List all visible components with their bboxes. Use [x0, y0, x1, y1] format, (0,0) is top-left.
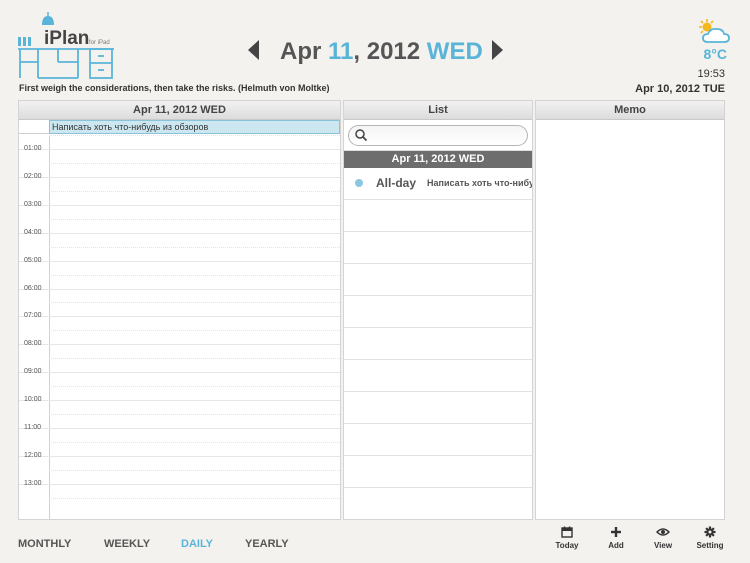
hour-label: 04:00: [24, 228, 42, 236]
hour-line: [19, 204, 340, 206]
hour-label: 05:00: [24, 256, 42, 264]
hour-label: 06:00: [24, 284, 42, 292]
allday-event[interactable]: Написать хоть что-нибудь из обзоров: [49, 120, 340, 134]
add-button-label: Add: [608, 541, 624, 550]
half-hour-line: [49, 386, 340, 388]
app-subtitle: for iPad: [89, 40, 110, 46]
list-item-empty[interactable]: [344, 328, 532, 360]
plus-icon: [611, 527, 621, 537]
event-dot-icon: [355, 179, 363, 187]
list-panel-title: List: [344, 101, 532, 120]
today-button-label: Today: [555, 541, 579, 550]
half-hour-line: [49, 246, 340, 248]
quote-text: First weigh the considerations, then tak…: [19, 83, 330, 93]
setting-button[interactable]: Setting: [690, 526, 730, 550]
half-hour-line: [49, 274, 340, 276]
hour-label: 01:00: [24, 145, 42, 152]
hour-line: [19, 149, 340, 150]
tab-weekly[interactable]: WEEKLY: [104, 538, 150, 550]
list-item-empty[interactable]: [344, 296, 532, 328]
hour-line: [19, 372, 340, 374]
title-day: 11: [328, 38, 354, 65]
title-month: Apr: [280, 38, 322, 65]
tab-daily[interactable]: DAILY: [181, 538, 213, 550]
list-item-empty[interactable]: [344, 392, 532, 424]
hour-line: [19, 400, 340, 402]
add-button[interactable]: Add: [596, 526, 636, 550]
hour-line: [19, 428, 340, 429]
hour-label: 07:00: [24, 312, 42, 320]
hour-label: 03:00: [24, 200, 42, 208]
prev-arrow-icon[interactable]: [248, 40, 259, 60]
half-hour-line: [49, 218, 340, 220]
hour-label: 13:00: [24, 479, 42, 487]
list-item-empty[interactable]: [344, 424, 532, 456]
list-date-header: Apr 11, 2012 WED: [344, 151, 532, 168]
half-hour-line: [49, 414, 340, 416]
list-item-empty[interactable]: [344, 264, 532, 296]
hour-grid[interactable]: 01:00 02:00 03:00 04:00 05:00 06:00 07:00 08:00…: [19, 135, 340, 519]
list-item-text: Написать хоть что-нибудь из обзоров: [427, 178, 532, 188]
list-item-type: All-day: [376, 176, 417, 190]
search-bar: [344, 120, 532, 151]
time-column-divider: [49, 135, 50, 519]
hour-line: [19, 176, 340, 178]
hour-label: 12:00: [24, 451, 42, 459]
next-arrow-icon[interactable]: [492, 40, 503, 60]
half-hour-line: [49, 162, 340, 164]
page-title: Apr 11, 2012 WED: [280, 38, 483, 66]
calendar-icon: [561, 526, 573, 538]
hour-line: [19, 455, 340, 457]
title-year: , 2012: [353, 38, 421, 65]
list-item-empty[interactable]: [344, 232, 532, 264]
today-button[interactable]: Today: [547, 526, 587, 550]
title-weekday: WED: [426, 38, 483, 65]
list-item-empty[interactable]: [344, 360, 532, 392]
temperature: 8°C: [703, 46, 728, 62]
setting-button-label: Setting: [696, 541, 724, 550]
list-panel: List Apr 11, 2012 WED All-day Написать х…: [343, 100, 533, 520]
allday-row[interactable]: Написать хоть что-нибудь из обзоров: [19, 120, 340, 134]
search-input[interactable]: [348, 125, 528, 146]
hour-line: [19, 232, 340, 234]
hour-line: [19, 316, 340, 318]
half-hour-line: [49, 302, 340, 304]
half-hour-line: [49, 330, 340, 332]
hour-label: 09:00: [24, 368, 42, 376]
list-item-empty[interactable]: [344, 200, 532, 232]
tab-monthly[interactable]: MONTHLY: [18, 538, 71, 550]
hour-line: [19, 344, 340, 346]
search-icon: [355, 129, 368, 142]
hour-label: 08:00: [24, 340, 42, 348]
half-hour-line: [49, 135, 340, 136]
view-button[interactable]: View: [643, 526, 683, 550]
memo-panel-title: Memo: [536, 101, 724, 120]
view-button-label: View: [653, 541, 673, 550]
hour-label: 02:00: [24, 172, 42, 180]
weather-sun-cloud-icon: [699, 19, 730, 43]
day-panel-title: Apr 11, 2012 WED: [19, 101, 340, 120]
hour-line: [19, 260, 340, 262]
hour-label: 10:00: [24, 396, 42, 404]
gear-icon: [704, 526, 716, 538]
hour-label: 11:00: [24, 424, 41, 431]
list-item[interactable]: All-day Написать хоть что-нибудь из обзо…: [344, 168, 532, 200]
half-hour-line: [49, 190, 340, 192]
lamp-icon: [42, 16, 54, 25]
day-panel: Apr 11, 2012 WED Написать хоть что-нибуд…: [18, 100, 341, 520]
half-hour-line: [49, 469, 340, 471]
half-hour-line: [49, 358, 340, 360]
app-name: iPlan: [44, 28, 90, 49]
half-hour-line: [49, 441, 340, 443]
clock-time: 19:53: [697, 68, 725, 80]
half-hour-line: [49, 497, 340, 499]
hour-line: [19, 288, 340, 290]
list-item-empty[interactable]: [344, 456, 532, 488]
eye-icon: [656, 528, 670, 536]
today-date[interactable]: Apr 10, 2012 TUE: [635, 83, 725, 95]
tab-yearly[interactable]: YEARLY: [245, 538, 289, 550]
memo-panel[interactable]: Memo: [535, 100, 725, 520]
hour-line: [19, 483, 340, 485]
